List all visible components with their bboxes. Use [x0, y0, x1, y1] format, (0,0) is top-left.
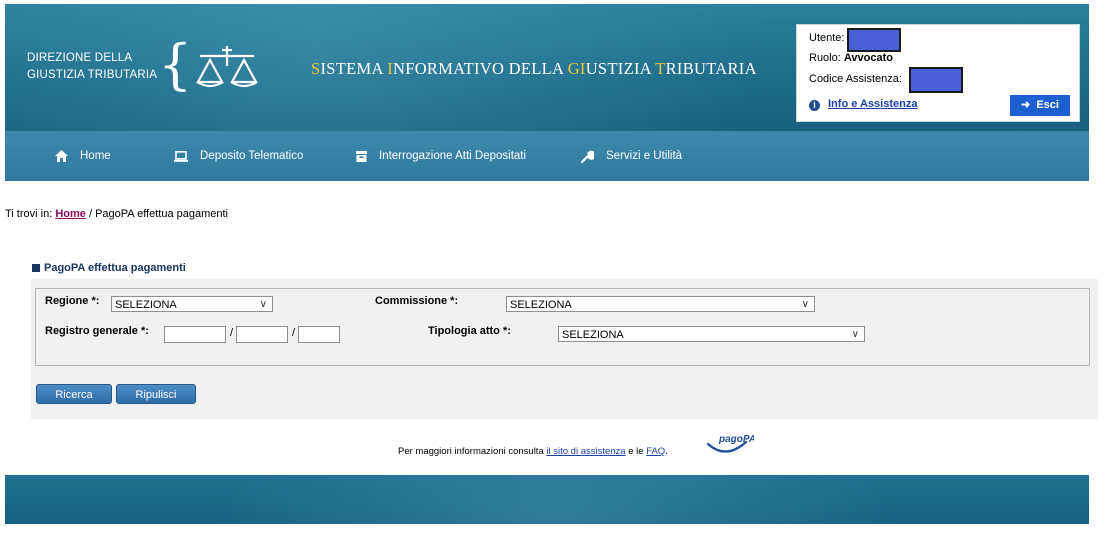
breadcrumb-current: PagoPA effettua pagamenti — [95, 208, 228, 220]
chevron-down-icon: ∨ — [851, 329, 859, 340]
registro-separator-2: / — [292, 327, 296, 339]
registro-generale-input-2[interactable] — [236, 326, 288, 343]
wrench-icon — [581, 150, 594, 163]
section-title-text: PagoPA effettua pagamenti — [44, 262, 186, 274]
codice-assistenza-label: Codice Assistenza: — [809, 73, 902, 85]
info-icon: i — [809, 100, 820, 111]
pagopa-logo: pagoPA — [704, 430, 756, 463]
ricerca-button[interactable]: Ricerca — [36, 384, 112, 404]
footer-period: . — [665, 446, 668, 457]
org-logo-text: DIREZIONE DELLA GIUSTIZIA TRIBUTARIA — [27, 50, 157, 84]
regione-label: Regione *: — [45, 295, 100, 307]
chevron-down-icon: ∨ — [259, 299, 267, 310]
commissione-select[interactable]: SELEZIONA ∨ — [506, 296, 815, 312]
ripulisci-button[interactable]: Ripulisci — [116, 384, 196, 404]
user-info-box: Utente: Ruolo: Avvocato Codice Assistenz… — [796, 24, 1080, 122]
title-initial-t: T — [655, 59, 666, 78]
footer-band — [5, 475, 1089, 524]
title-initial-gi: GI — [567, 59, 586, 78]
regione-select-value: SELEZIONA — [115, 299, 177, 311]
registro-generale-label: Registro generale *: — [45, 325, 149, 337]
commissione-select-value: SELEZIONA — [510, 299, 572, 311]
chevron-down-icon: ∨ — [801, 299, 809, 310]
title-part-4: RIBUTARIA — [665, 59, 757, 78]
search-panel: Regione *: SELEZIONA ∨ Commissione *: SE… — [31, 279, 1098, 419]
codice-assistenza-redacted-value — [909, 67, 963, 93]
org-line-1: DIREZIONE DELLA — [27, 52, 133, 64]
pagopa-logo-text: pagoPA — [718, 434, 754, 445]
registro-separator-1: / — [230, 327, 234, 339]
title-part-3: USTIZIA — [585, 59, 656, 78]
search-fieldset: Regione *: SELEZIONA ∨ Commissione *: SE… — [35, 288, 1090, 366]
registro-generale-input-1[interactable] — [164, 326, 226, 343]
footer-info-prefix: Per maggiori informazioni consulta — [398, 446, 544, 457]
laptop-icon — [174, 150, 188, 162]
scales-of-justice-icon — [196, 46, 258, 88]
pagopa-logo-icon: pagoPA — [706, 434, 756, 453]
info-row: i Info e Assistenza — [809, 98, 917, 111]
esci-label: Esci — [1036, 99, 1059, 111]
esci-button[interactable]: ➜ Esci — [1010, 95, 1070, 116]
regione-select[interactable]: SELEZIONA ∨ — [111, 296, 273, 312]
ruolo-row: Ruolo: Avvocato — [809, 52, 893, 64]
title-part-2: NFORMATIVO DELLA — [393, 59, 568, 78]
ruolo-value: Avvocato — [843, 52, 893, 64]
breadcrumb-prefix: Ti trovi in: — [5, 208, 53, 220]
info-assistenza-link[interactable]: Info e Assistenza — [828, 98, 917, 110]
breadcrumb-separator: / — [88, 208, 93, 220]
inbox-icon — [356, 150, 367, 162]
utente-label: Utente: — [809, 32, 845, 44]
commissione-label: Commissione *: — [375, 295, 459, 307]
tipologia-atto-label: Tipologia atto *: — [428, 325, 511, 337]
breadcrumb-home-link[interactable]: Home — [55, 208, 86, 220]
home-icon — [55, 150, 68, 162]
faq-link[interactable]: FAQ — [646, 446, 665, 457]
title-part-1: ISTEMA — [320, 59, 388, 78]
nav-item-deposito-telematico[interactable]: Deposito Telematico — [174, 131, 303, 181]
ruolo-label: Ruolo: — [809, 52, 841, 64]
nav-label-servizi-utilita: Servizi e Utilità — [606, 150, 683, 162]
nav-item-servizi-utilita[interactable]: Servizi e Utilità — [581, 131, 682, 181]
section-title: PagoPA effettua pagamenti — [32, 262, 186, 274]
tipologia-atto-select-value: SELEZIONA — [562, 329, 624, 341]
registro-generale-input-3[interactable] — [298, 326, 340, 343]
nav-label-deposito-telematico: Deposito Telematico — [200, 150, 304, 162]
footer-conj: e le — [628, 446, 644, 457]
nav-item-interrogazione-atti[interactable]: Interrogazione Atti Depositati — [356, 131, 526, 181]
nav-item-home[interactable]: Home — [55, 131, 111, 181]
org-line-2: GIUSTIZIA TRIBUTARIA — [27, 69, 158, 81]
nav-label-interrogazione-atti: Interrogazione Atti Depositati — [379, 150, 527, 162]
system-title: SISTEMA INFORMATIVO DELLA GIUSTIZIA TRIB… — [311, 59, 757, 79]
main-navbar: Home Deposito Telematico Interrogazione … — [5, 131, 1089, 181]
square-bullet-icon — [32, 264, 40, 272]
brace-icon: { — [158, 33, 193, 96]
utente-redacted-value — [847, 28, 901, 52]
nav-label-home: Home — [80, 150, 111, 162]
tipologia-atto-select[interactable]: SELEZIONA ∨ — [558, 326, 865, 342]
footer-info-text: Per maggiori informazioni consulta il si… — [398, 446, 668, 457]
sito-assistenza-link[interactable]: il sito di assistenza — [546, 446, 625, 457]
sign-out-icon: ➜ — [1021, 99, 1031, 111]
breadcrumb: Ti trovi in: Home / PagoPA effettua paga… — [5, 208, 228, 220]
